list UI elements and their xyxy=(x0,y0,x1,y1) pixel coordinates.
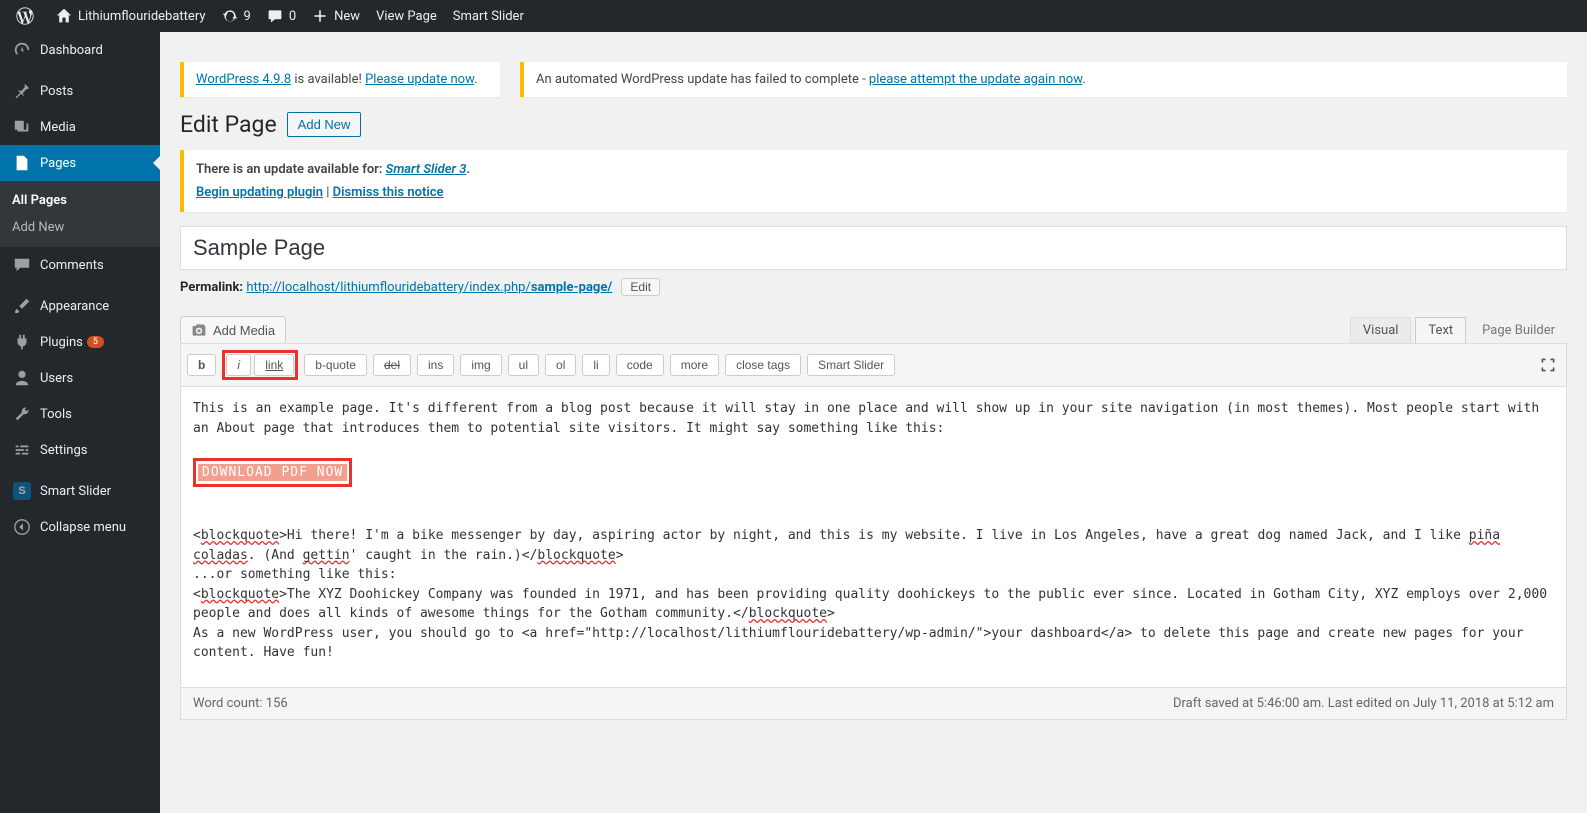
new-link[interactable]: New xyxy=(304,0,368,32)
dashboard-icon xyxy=(12,40,32,60)
tab-page-builder[interactable]: Page Builder xyxy=(1470,318,1567,343)
editor-box: b i link b-quote del ins img ul ol li co… xyxy=(180,343,1567,720)
plus-icon xyxy=(312,8,328,24)
pages-submenu: All Pages Add New xyxy=(0,181,160,247)
pin-icon xyxy=(12,81,32,101)
comment-icon xyxy=(12,255,32,275)
menu-pages[interactable]: Pages xyxy=(0,145,160,181)
notice-auto-update-failed: An automated WordPress update has failed… xyxy=(520,62,1567,97)
notice-plugin-update: There is an update available for: Smart … xyxy=(180,150,1567,212)
permalink-row: Permalink: http://localhost/lithiumflour… xyxy=(180,270,1567,304)
page-title: Edit Page xyxy=(180,111,277,138)
begin-updating-link[interactable]: Begin updating plugin xyxy=(196,185,323,200)
page-icon xyxy=(12,153,32,173)
updates-link[interactable]: 9 xyxy=(214,0,259,32)
smart-slider-icon: S xyxy=(12,481,32,501)
fullscreen-icon[interactable] xyxy=(1536,353,1560,377)
view-page-link[interactable]: View Page xyxy=(368,0,445,32)
collapse-icon xyxy=(12,517,32,537)
highlight-link-group: i link xyxy=(222,350,298,380)
add-new-button[interactable]: Add New xyxy=(287,112,362,137)
wp-version-link[interactable]: WordPress 4.9.8 xyxy=(196,72,291,87)
site-link[interactable]: Lithiumflouridebattery xyxy=(48,0,214,32)
editor-tabs: Visual Text Page Builder xyxy=(1350,317,1567,343)
sliders-icon xyxy=(12,440,32,460)
menu-media[interactable]: Media xyxy=(0,109,160,145)
notice-wp-update: WordPress 4.9.8 is available! Please upd… xyxy=(180,62,500,97)
qt-smart-slider[interactable]: Smart Slider xyxy=(807,354,895,376)
menu-posts[interactable]: Posts xyxy=(0,73,160,109)
menu-users[interactable]: Users xyxy=(0,360,160,396)
comments-link[interactable]: 0 xyxy=(259,0,304,32)
qt-code[interactable]: code xyxy=(616,354,664,376)
brush-icon xyxy=(12,296,32,316)
home-icon xyxy=(56,8,72,24)
submenu-add-new[interactable]: Add New xyxy=(0,214,160,241)
qt-ol[interactable]: ol xyxy=(545,354,576,376)
editor-textarea[interactable]: This is an example page. It's different … xyxy=(181,387,1566,687)
menu-comments[interactable]: Comments xyxy=(0,247,160,283)
qt-ul[interactable]: ul xyxy=(508,354,539,376)
menu-tools[interactable]: Tools xyxy=(0,396,160,432)
add-media-button[interactable]: Add Media xyxy=(180,316,286,344)
permalink-link[interactable]: http://localhost/lithiumflouridebattery/… xyxy=(246,280,612,295)
user-icon xyxy=(12,368,32,388)
wp-update-now-link[interactable]: Please update now xyxy=(365,72,474,87)
quicktags-toolbar: b i link b-quote del ins img ul ol li co… xyxy=(181,344,1566,387)
qt-img[interactable]: img xyxy=(460,354,501,376)
menu-appearance[interactable]: Appearance xyxy=(0,288,160,324)
camera-icon xyxy=(191,322,207,338)
save-status: Draft saved at 5:46:00 am. Last edited o… xyxy=(1173,696,1554,711)
smart-slider-link[interactable]: Smart Slider xyxy=(445,0,532,32)
qt-bquote[interactable]: b-quote xyxy=(304,354,367,376)
tab-text[interactable]: Text xyxy=(1415,317,1466,343)
admin-toolbar: Lithiumflouridebattery 9 0 New View Page… xyxy=(0,0,1587,32)
qt-close-tags[interactable]: close tags xyxy=(725,354,801,376)
tab-visual[interactable]: Visual xyxy=(1350,317,1412,343)
plugins-badge: 5 xyxy=(87,336,104,348)
wrench-icon xyxy=(12,404,32,424)
smart-slider-update-link[interactable]: Smart Slider 3 xyxy=(386,162,467,177)
comment-icon xyxy=(267,8,283,24)
qt-bold[interactable]: b xyxy=(187,354,216,376)
dismiss-notice-link[interactable]: Dismiss this notice xyxy=(333,185,444,200)
qt-del[interactable]: del xyxy=(373,354,411,376)
main-content: WordPress 4.9.8 is available! Please upd… xyxy=(160,32,1587,813)
editor-footer: Word count: 156 Draft saved at 5:46:00 a… xyxy=(181,687,1566,719)
collapse-menu[interactable]: Collapse menu xyxy=(0,509,160,545)
plug-icon xyxy=(12,332,32,352)
menu-settings[interactable]: Settings xyxy=(0,432,160,468)
menu-plugins[interactable]: Plugins5 xyxy=(0,324,160,360)
highlight-download: DOWNLOAD PDF NOW xyxy=(193,458,352,488)
admin-sidebar: Dashboard Posts Media Pages All Pages Ad… xyxy=(0,32,160,813)
wp-logo[interactable] xyxy=(8,0,48,32)
qt-italic[interactable]: i xyxy=(226,354,251,376)
post-title-input[interactable] xyxy=(181,227,1566,269)
refresh-icon xyxy=(222,8,238,24)
qt-more[interactable]: more xyxy=(670,354,719,376)
word-count: Word count: 156 xyxy=(193,696,288,711)
menu-dashboard[interactable]: Dashboard xyxy=(0,32,160,68)
qt-link[interactable]: link xyxy=(254,354,294,376)
wordpress-icon xyxy=(16,7,34,25)
attempt-update-link[interactable]: please attempt the update again now xyxy=(869,72,1082,87)
media-icon xyxy=(12,117,32,137)
menu-smart-slider[interactable]: SSmart Slider xyxy=(0,473,160,509)
qt-li[interactable]: li xyxy=(582,354,609,376)
edit-permalink-button[interactable]: Edit xyxy=(621,278,660,296)
qt-ins[interactable]: ins xyxy=(417,354,454,376)
submenu-all-pages[interactable]: All Pages xyxy=(0,187,160,214)
